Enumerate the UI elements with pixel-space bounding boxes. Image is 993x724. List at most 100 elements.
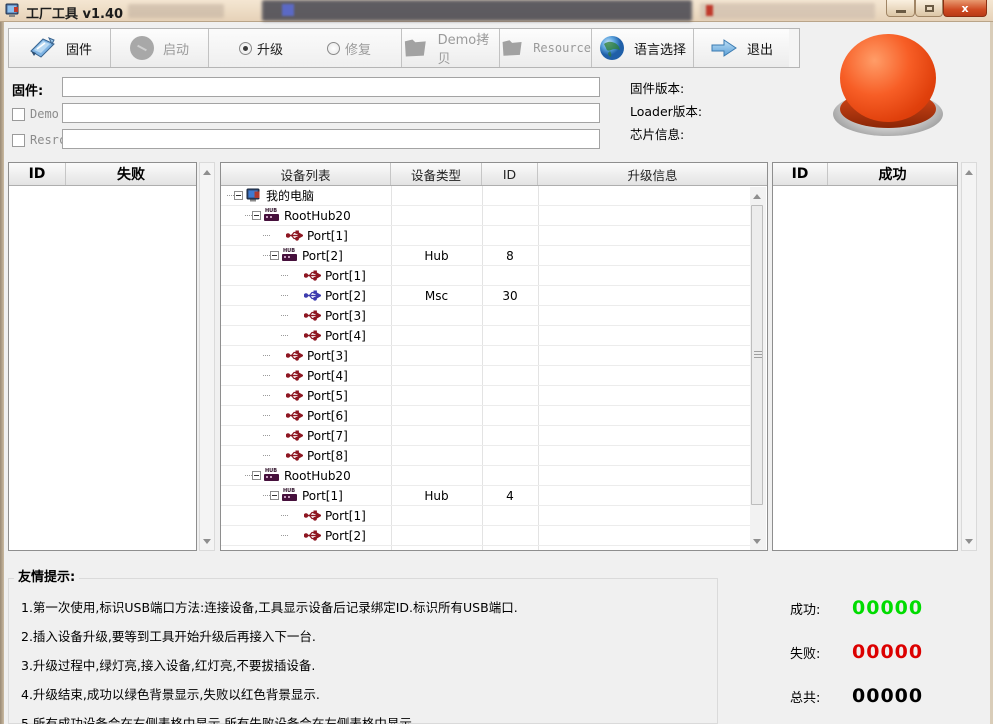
scroll-down-icon[interactable] <box>750 533 764 549</box>
hub-icon: HUB <box>264 469 280 482</box>
exit-button-label: 退出 <box>747 39 773 58</box>
upgrade-radio[interactable]: 升级 <box>239 39 283 58</box>
start-button-label: 启动 <box>163 39 189 58</box>
firmware-path-label: 固件: <box>12 80 43 99</box>
demo-copy-button[interactable]: Demo拷贝 <box>402 29 500 67</box>
fail-table-id-header[interactable]: ID <box>9 163 66 185</box>
tip-line: 1.第一次使用,标识USB端口方法:连接设备,工具显示设备后记录绑定ID.标识所… <box>21 593 518 622</box>
scrollbar-thumb[interactable] <box>751 205 763 505</box>
device-type-cell <box>391 266 482 285</box>
device-tree-row[interactable]: Port[5] <box>221 386 751 406</box>
exit-button[interactable]: 退出 <box>694 29 789 67</box>
device-tree-label: Port[5] <box>307 389 348 403</box>
firmware-button-label: 固件 <box>66 39 92 58</box>
scroll-down-icon[interactable] <box>200 533 214 549</box>
maximize-icon <box>925 5 934 12</box>
device-tree-body: 我的电脑HUBRootHub20 Port[1]HUBPort[2]Hub8 <box>221 186 751 550</box>
chip-info-label: 芯片信息: <box>630 124 684 143</box>
globe-icon <box>599 35 625 61</box>
tip-line: 2.插入设备升级,要等到工具开始升级后再接入下一台. <box>21 622 518 651</box>
device-list-header[interactable]: 设备列表 <box>221 163 391 185</box>
fail-table-scrollbar[interactable] <box>199 162 215 551</box>
demo-path-input[interactable] <box>62 103 600 123</box>
device-tree-row[interactable]: HUBPort[1]Hub4 <box>221 486 751 506</box>
usb-icon-blue <box>304 290 321 301</box>
scroll-up-icon[interactable] <box>962 164 976 180</box>
scroll-up-icon[interactable] <box>200 164 214 180</box>
tip-line: 5.所有成功设备会在右侧表格中显示,所有失败设备会在左侧表格中显示. <box>21 709 518 724</box>
minimize-button[interactable] <box>886 0 915 17</box>
device-tree-row[interactable]: HUB RootHub20 <box>221 466 751 486</box>
scroll-up-icon[interactable] <box>750 188 764 204</box>
device-type-cell <box>391 406 482 425</box>
scroll-down-icon[interactable] <box>962 533 976 549</box>
hub-icon: HUB <box>282 249 298 262</box>
repair-radio[interactable]: 修复 <box>327 39 371 58</box>
device-tree-row[interactable]: Port[8] <box>221 446 751 466</box>
device-type-cell <box>391 526 482 545</box>
device-id-header[interactable]: ID <box>482 163 538 185</box>
usb-icon-red <box>304 330 321 341</box>
device-tree-label: Port[6] <box>307 409 348 423</box>
tips-groupbox: 1.第一次使用,标识USB端口方法:连接设备,工具显示设备后记录绑定ID.标识所… <box>8 578 718 724</box>
collapse-icon[interactable] <box>270 251 279 260</box>
total-counter-value: 00000 <box>852 685 923 707</box>
success-table-success-header[interactable]: 成功 <box>828 163 957 185</box>
upgrade-info-header[interactable]: 升级信息 <box>538 163 767 185</box>
demo-checkbox-label: Demo <box>30 107 59 121</box>
collapse-icon[interactable] <box>234 191 243 200</box>
collapse-icon[interactable] <box>252 211 261 220</box>
device-tree-label: Port[8] <box>307 449 348 463</box>
factory-tool-window: 工厂工具 v1.40 x 固件 启动 <box>0 0 993 724</box>
device-tree-row[interactable]: Port[6] <box>221 406 751 426</box>
device-tree-row[interactable]: 我的电脑 <box>221 186 751 206</box>
resource-button[interactable]: Resource <box>500 29 592 67</box>
device-tree-row[interactable]: Port[2]Msc30 <box>221 286 751 306</box>
device-type-cell: Msc <box>391 286 482 305</box>
fail-counter-label: 失败: <box>790 643 852 662</box>
background-window-fragment <box>282 4 294 16</box>
app-icon <box>5 3 21 19</box>
device-tree-row[interactable]: Port[4] <box>221 326 751 346</box>
radio-selected-icon <box>239 42 252 55</box>
maximize-button[interactable] <box>915 0 943 17</box>
usb-icon-red <box>304 310 321 321</box>
toolbar: 固件 启动 升级 修复 Demo拷贝 Resource <box>8 28 800 68</box>
device-type-cell <box>391 426 482 445</box>
firmware-button[interactable]: 固件 <box>9 29 111 67</box>
device-type-cell <box>391 506 482 525</box>
device-tree-row[interactable]: HUBRootHub20 <box>221 206 751 226</box>
device-tree-row[interactable]: Port[7] <box>221 426 751 446</box>
fail-table-fail-header[interactable]: 失败 <box>66 163 196 185</box>
device-tree-row[interactable]: Port[4] <box>221 366 751 386</box>
demo-checkbox[interactable] <box>12 108 25 121</box>
device-id-cell: 30 <box>482 286 538 305</box>
firmware-version-label: 固件版本: <box>630 78 684 97</box>
close-button[interactable]: x <box>943 0 987 17</box>
device-id-cell <box>482 466 538 485</box>
usb-icon-red <box>286 410 303 421</box>
device-tree-label: RootHub20 <box>284 469 351 483</box>
device-tree-row[interactable]: Port[3] <box>221 306 751 326</box>
start-button[interactable]: 启动 <box>111 29 209 67</box>
device-tree-row[interactable]: Port[1] <box>221 266 751 286</box>
resrc-checkbox[interactable] <box>12 134 25 147</box>
collapse-icon[interactable] <box>270 491 279 500</box>
success-table-id-header[interactable]: ID <box>773 163 828 185</box>
success-table-scrollbar[interactable] <box>961 162 977 551</box>
device-tree-row[interactable]: Port[1] <box>221 226 751 246</box>
device-type-header[interactable]: 设备类型 <box>391 163 482 185</box>
device-tree-row[interactable]: Port[2] <box>221 526 751 546</box>
device-id-cell <box>482 546 538 550</box>
firmware-path-input[interactable] <box>62 77 600 97</box>
device-tree-row[interactable]: Port[1] <box>221 506 751 526</box>
tips-title: 友情提示: <box>14 566 79 585</box>
language-select-button[interactable]: 语言选择 <box>592 29 694 67</box>
device-tree-label: Port[3] <box>325 549 366 551</box>
device-grid-scrollbar[interactable] <box>750 187 766 550</box>
device-tree-row[interactable]: HUBPort[2]Hub8 <box>221 246 751 266</box>
collapse-icon[interactable] <box>252 471 261 480</box>
device-tree-row[interactable]: Port[3] <box>221 546 751 550</box>
resrc-path-input[interactable] <box>62 129 600 149</box>
device-tree-row[interactable]: Port[3] <box>221 346 751 366</box>
